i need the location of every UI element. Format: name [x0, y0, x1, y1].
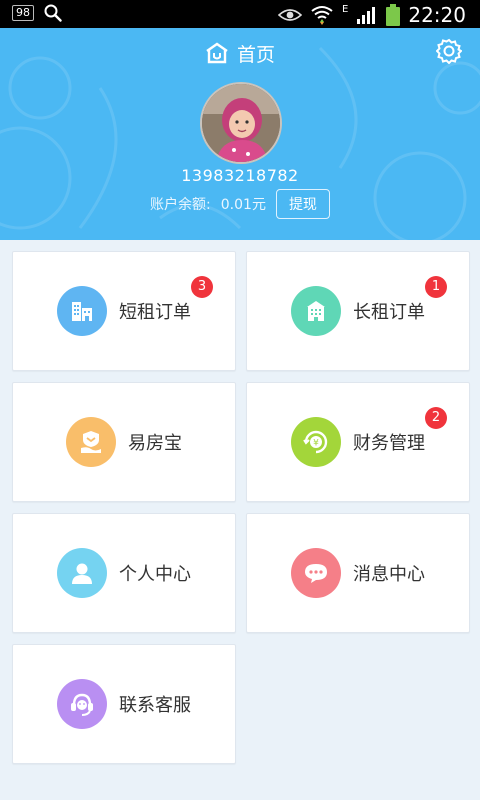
page-title: 首页	[236, 43, 275, 66]
eye-icon	[278, 9, 303, 21]
profile-header: 首页 13983218782 账户余额: 0.01元 提现	[0, 28, 480, 240]
status-bar: 98 E 22:20	[0, 0, 480, 28]
card-label: 长租订单	[353, 302, 425, 323]
card-label: 短租订单	[119, 302, 191, 323]
battery-icon	[386, 4, 401, 26]
card-label: 财务管理	[353, 433, 425, 454]
gear-icon	[435, 38, 463, 65]
balance-label: 账户余额:	[150, 197, 211, 213]
network-type-label: E	[342, 3, 349, 15]
title-bar: 首页	[0, 38, 480, 68]
yuan-coin-icon: ¥	[291, 417, 341, 467]
card-label: 联系客服	[119, 695, 191, 716]
person-icon	[57, 548, 107, 598]
card-label: 个人中心	[119, 564, 191, 585]
chat-bubble-icon	[291, 548, 341, 598]
apartment-icon	[291, 286, 341, 336]
wifi-icon	[311, 6, 333, 25]
card-label: 消息中心	[353, 564, 425, 585]
clock: 22:20	[408, 3, 466, 27]
balance-value: 0.01元	[220, 197, 266, 213]
yifangbao-card[interactable]: 易房宝	[12, 382, 236, 502]
message-center-card[interactable]: 消息中心	[246, 513, 470, 633]
card-label: 易房宝	[128, 433, 182, 454]
signal-icon	[357, 7, 376, 24]
avatar[interactable]	[200, 82, 282, 164]
avatar-photo	[202, 84, 280, 162]
withdraw-button[interactable]: 提现	[275, 189, 330, 219]
badge-count: 2	[425, 407, 447, 429]
user-phone: 13983218782	[181, 166, 299, 185]
badge-count: 1	[425, 276, 447, 298]
battery-notification-icon: 98	[12, 5, 34, 21]
long-rent-orders-card[interactable]: 长租订单 1	[246, 251, 470, 371]
short-rent-orders-card[interactable]: 短租订单 3	[12, 251, 236, 371]
personal-center-card[interactable]: 个人中心	[12, 513, 236, 633]
balance-row: 账户余额: 0.01元 提现	[0, 188, 480, 220]
home-logo-icon	[206, 42, 228, 64]
shield-hand-icon	[66, 417, 116, 467]
settings-button[interactable]	[435, 38, 463, 65]
svg-text:¥: ¥	[313, 439, 319, 449]
badge-count: 3	[191, 276, 213, 298]
search-icon	[44, 4, 62, 22]
customer-service-card[interactable]: 联系客服	[12, 644, 236, 764]
building-icon	[57, 286, 107, 336]
headset-icon	[57, 679, 107, 729]
finance-management-card[interactable]: ¥ 财务管理 2	[246, 382, 470, 502]
